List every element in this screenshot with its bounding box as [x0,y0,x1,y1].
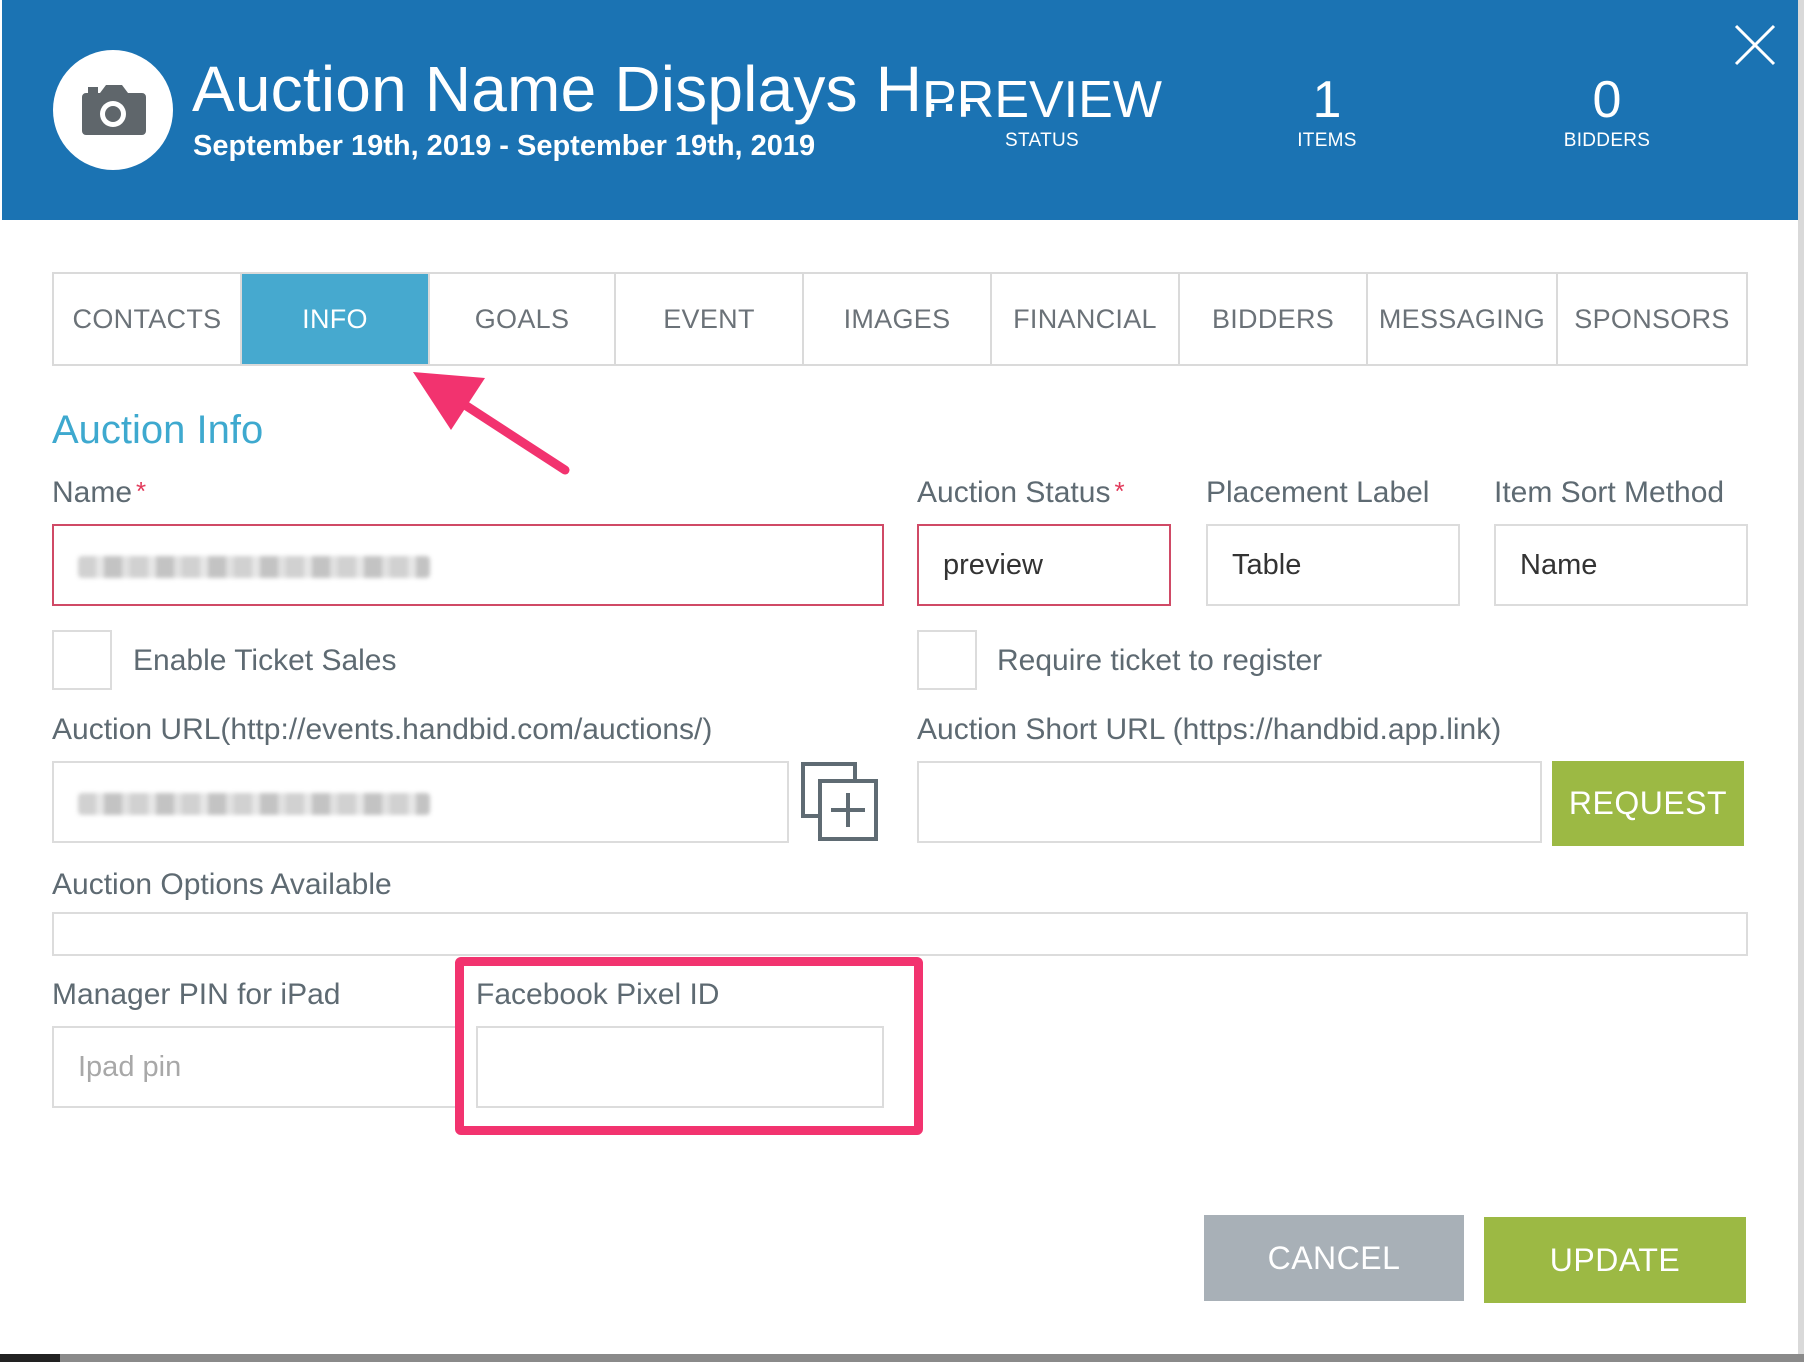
items-stat: 1 ITEMS [1257,70,1397,152]
request-button[interactable]: REQUEST [1552,761,1744,846]
auction-url-label: Auction URL(http://events.handbid.com/au… [52,713,713,746]
tab-event[interactable]: EVENT [616,274,804,364]
redacted-name-value [78,556,430,578]
item-sort-value: Name [1520,548,1598,581]
manager-pin-placeholder: Ipad pin [78,1050,182,1083]
name-field[interactable] [52,524,884,606]
manager-pin-label: Manager PIN for iPad [52,978,341,1011]
auction-date-range: September 19th, 2019 - September 19th, 2… [193,130,816,162]
enable-ticket-sales-checkbox[interactable] [52,630,112,690]
auction-name: Auction Name Displays H... [192,53,977,125]
annotation-arrow [413,372,570,475]
tab-financial[interactable]: FINANCIAL [992,274,1180,364]
require-ticket-checkbox[interactable] [917,630,977,690]
status-label: STATUS [1005,130,1079,151]
auction-short-url-label: Auction Short URL (https://handbid.app.l… [917,713,1502,746]
tab-info[interactable]: INFO [242,274,430,364]
tab-contacts[interactable]: CONTACTS [54,274,242,364]
tab-goals[interactable]: GOALS [430,274,616,364]
placement-label-value: Table [1232,548,1302,581]
camera-icon [82,85,146,135]
auction-options-label: Auction Options Available [52,868,392,901]
auction-url-field[interactable] [52,761,789,843]
enable-ticket-sales-label: Enable Ticket Sales [133,644,397,677]
auction-status-label: Auction Status * [917,476,1125,509]
window-bottom-edge [0,1354,1804,1362]
redacted-url-value [78,793,430,815]
cancel-button[interactable]: CANCEL [1204,1215,1464,1301]
close-icon [1734,24,1776,66]
tab-images[interactable]: IMAGES [804,274,992,364]
auction-header: Auction Name Displays H... September 19t… [2,0,1798,220]
bidders-count: 0 [1592,71,1622,129]
require-ticket-label: Require ticket to register [997,644,1323,677]
window-edge [1798,0,1804,1362]
auction-options-field[interactable] [52,912,1748,956]
placement-label-label: Placement Label [1206,476,1430,509]
tab-messaging[interactable]: MESSAGING [1368,274,1558,364]
auction-short-url-field[interactable] [917,761,1542,843]
tab-bar: CONTACTS INFO GOALS EVENT IMAGES FINANCI… [52,272,1748,366]
items-label: ITEMS [1297,130,1357,151]
tab-bidders[interactable]: BIDDERS [1180,274,1368,364]
auction-edit-modal: Auction Name Displays H... September 19t… [0,0,1804,1362]
items-count: 1 [1312,71,1342,129]
name-label: Name * [52,476,147,509]
status-value: PREVIEW [922,71,1162,129]
item-sort-label: Item Sort Method [1494,476,1725,509]
placement-label-field[interactable]: Table [1206,524,1460,606]
bidders-stat: 0 BIDDERS [1537,70,1677,152]
auction-avatar[interactable] [53,50,173,170]
annotation-highlight-box [455,957,923,1135]
copy-add-button[interactable] [800,761,880,843]
section-title: Auction Info [52,408,264,452]
item-sort-select[interactable]: Name [1494,524,1748,606]
bidders-label: BIDDERS [1563,130,1651,151]
status-stat: PREVIEW STATUS [922,70,1162,152]
auction-status-select[interactable]: preview [917,524,1171,606]
manager-pin-field[interactable]: Ipad pin [52,1026,462,1108]
tab-sponsors[interactable]: SPONSORS [1558,274,1746,364]
required-mark: * [1114,476,1125,506]
copy-add-icon [801,762,878,841]
update-button[interactable]: UPDATE [1484,1217,1746,1303]
close-button[interactable] [1732,22,1778,68]
required-mark: * [136,476,147,506]
auction-status-value: preview [943,548,1043,581]
